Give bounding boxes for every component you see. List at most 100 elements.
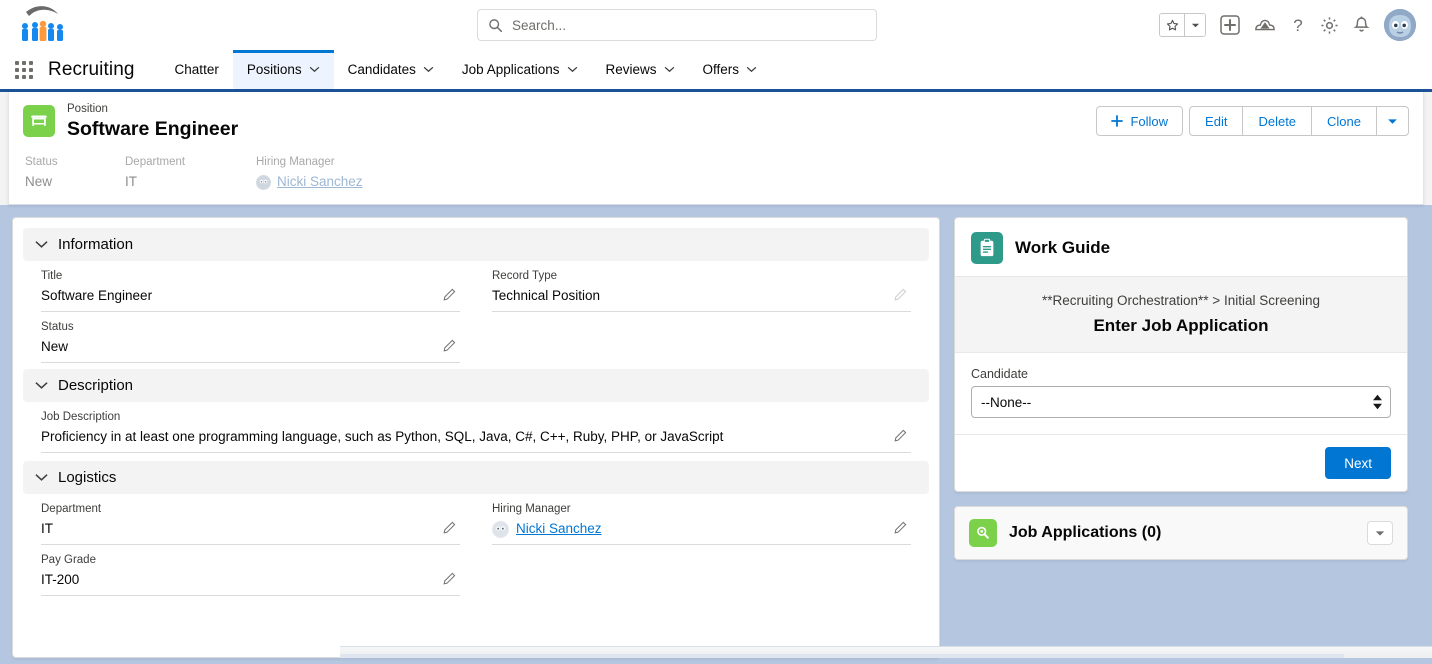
page-title: Software Engineer [67,118,239,140]
compact-field-hiring-manager: Hiring Manager Nicki Sanchez [256,154,516,192]
nav-item-list: Chatter Positions Candidates Job Applica… [161,50,771,89]
app-launcher-waffle-icon[interactable] [0,50,48,89]
utility-bar[interactable] [340,646,1432,658]
global-header: ? [0,0,1432,50]
field-spacer [492,312,911,358]
field-value: IT [41,521,53,536]
record-body: Information Title Software Engineer Stat… [0,205,1432,658]
nav-item-label: Positions [246,62,302,77]
more-actions-button[interactable] [1376,106,1409,136]
favorites-caret-icon[interactable] [1185,14,1205,36]
svg-text:?: ? [1293,16,1302,35]
section-header-logistics[interactable]: Logistics [23,461,929,494]
nav-item-label: Reviews [605,62,657,77]
edit-pencil-icon[interactable] [440,286,458,304]
nav-item-reviews[interactable]: Reviews [592,50,689,89]
avatar[interactable] [1384,9,1416,41]
app-launcher-cloud-icon[interactable] [1254,16,1276,34]
clone-button[interactable]: Clone [1311,106,1377,136]
section-header-description[interactable]: Description [23,369,929,402]
related-list-title: Job Applications (0) [1009,524,1162,541]
field-value: IT-200 [41,572,80,587]
job-application-object-icon [969,519,997,547]
field-value: New [41,339,69,354]
edit-pencil-icon[interactable] [440,519,458,537]
section-title: Information [58,236,134,253]
nav-item-label: Candidates [347,62,416,77]
app-name: Recruiting [48,58,135,80]
section-header-information[interactable]: Information [23,228,929,261]
record-action-bar: Follow Edit Delete Clone [1096,106,1409,136]
field-label: Title [41,270,63,282]
plus-icon [1111,115,1124,127]
field-job-description: Job Description Proficiency in at least … [41,402,911,453]
search-box[interactable] [477,9,877,41]
search-input[interactable] [512,17,866,33]
details-column: Information Title Software Engineer Stat… [12,217,940,658]
edit-pencil-icon[interactable] [440,570,458,588]
record-object-label: Position [67,103,108,115]
field-hiring-manager: Hiring Manager Nicki Sanchez [492,494,911,545]
chevron-down-icon [1375,530,1385,536]
hiring-manager-link[interactable]: Nicki Sanchez [516,518,602,540]
global-search[interactable] [477,9,877,41]
nav-item-offers[interactable]: Offers [689,50,772,89]
candidate-field-label: Candidate [971,367,1028,381]
field-label: Pay Grade [41,554,96,566]
field-value: IT [125,174,137,189]
delete-button[interactable]: Delete [1242,106,1313,136]
nav-item-label: Chatter [174,62,219,77]
related-list-menu-button[interactable] [1367,521,1393,545]
field-value: Proficiency in at least one programming … [41,429,724,444]
nav-item-positions[interactable]: Positions [232,50,334,89]
next-button[interactable]: Next [1325,447,1391,479]
app-navigation-bar: Recruiting Chatter Positions Candidates … [0,50,1432,92]
work-guide-stage-title: Enter Job Application [1093,316,1269,335]
edit-pencil-icon-disabled [891,286,909,304]
position-object-icon [23,105,55,137]
hiring-manager-link[interactable]: Nicki Sanchez [277,172,363,192]
edit-button[interactable]: Edit [1189,106,1244,136]
nav-item-candidates[interactable]: Candidates [334,50,448,89]
field-title: Title Software Engineer [41,261,460,312]
add-plus-icon[interactable] [1220,15,1240,35]
header-icon-group: ? [1159,0,1416,50]
candidate-select[interactable]: --None-- [971,386,1391,418]
follow-button[interactable]: Follow [1096,106,1184,136]
record-highlights-wrapper: Position Software Engineer Follow Edit D… [0,92,1432,205]
user-avatar-icon [256,174,271,190]
chevron-down-icon [35,382,48,389]
utility-bar-track [340,654,1344,658]
help-question-icon[interactable]: ? [1290,15,1306,35]
record-highlights-panel: Position Software Engineer Follow Edit D… [8,92,1424,205]
field-label: Status [41,321,74,333]
field-value: New [25,174,53,189]
field-label: Hiring Manager [256,156,335,168]
chevron-down-icon [35,474,48,481]
favorites-control[interactable] [1159,13,1206,37]
nav-item-label: Job Applications [461,62,560,77]
section-title: Description [58,377,134,394]
follow-label: Follow [1130,113,1169,129]
work-guide-title: Work Guide [1015,238,1111,257]
company-logo[interactable] [0,0,72,50]
edit-pencil-icon[interactable] [891,427,909,445]
section-title: Logistics [58,469,117,486]
edit-pencil-icon[interactable] [440,337,458,355]
notifications-bell-icon[interactable] [1353,16,1370,35]
nav-item-label: Offers [702,62,740,77]
chevron-down-icon [423,66,434,73]
record-details-card: Information Title Software Engineer Stat… [12,217,940,658]
field-label: Department [41,503,102,515]
favorites-star-icon[interactable] [1160,14,1184,36]
setup-gear-icon[interactable] [1320,16,1339,35]
nav-item-job-applications[interactable]: Job Applications [448,50,592,89]
edit-pencil-icon[interactable] [891,519,909,537]
compact-field-status: Status New [25,154,125,192]
job-applications-related-list: Job Applications (0) [954,506,1408,560]
field-pay-grade: Pay Grade IT-200 [41,545,460,596]
nav-item-chatter[interactable]: Chatter [161,50,233,89]
field-value: Software Engineer [41,288,153,303]
chevron-down-icon [309,66,319,73]
logistics-fields: Department IT Pay Grade IT-200 Hiring Ma… [23,494,929,596]
